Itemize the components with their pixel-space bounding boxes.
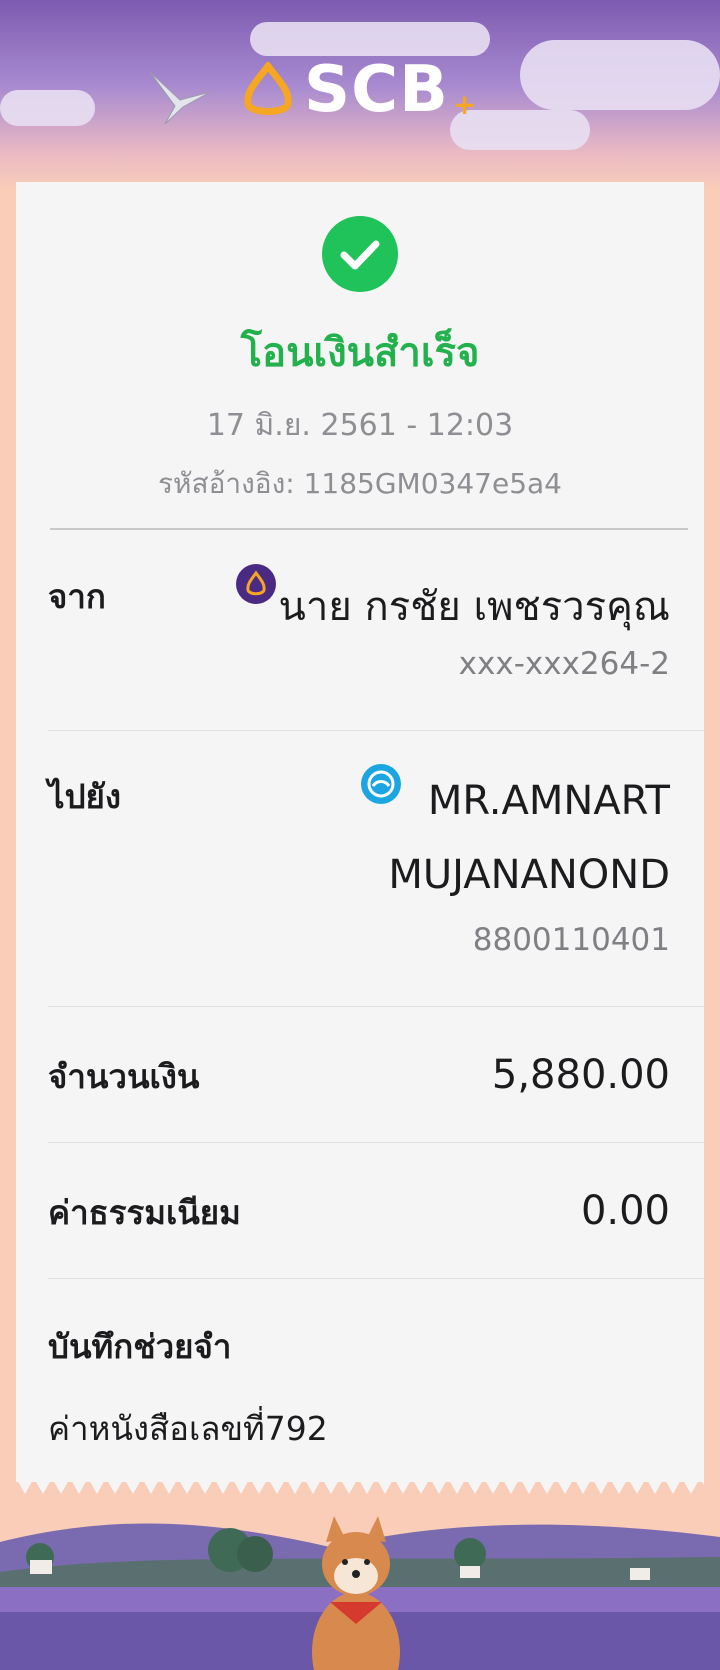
amount-value: 5,880.00 — [491, 1052, 670, 1098]
divider — [48, 1278, 704, 1279]
success-check-icon — [322, 216, 398, 292]
status-title: โอนเงินสำเร็จ — [240, 330, 480, 376]
to-label: ไปยัง — [48, 777, 121, 816]
divider — [50, 528, 688, 530]
transaction-datetime: 17 มิ.ย. 2561 - 12:03 — [206, 408, 514, 443]
amount-label: จำนวนเงิน — [48, 1057, 200, 1096]
from-account-number: xxx-xxx264-2 — [458, 646, 670, 682]
receipt-edge — [16, 1478, 704, 1494]
divider — [48, 1006, 704, 1007]
cloud — [0, 90, 95, 126]
bird-icon — [149, 71, 211, 125]
divider — [48, 1142, 704, 1143]
scb-logo-icon — [244, 62, 292, 115]
from-account-name: นาย กรชัย เพชรวรคุณ — [278, 584, 670, 630]
scb-bank-icon — [236, 564, 276, 604]
from-label: จาก — [48, 577, 106, 616]
cloud — [250, 22, 490, 56]
memo-value: ค่าหนังสือเลขที่792 — [48, 1409, 328, 1448]
fee-value: 0.00 — [580, 1188, 670, 1234]
landscape-illustration — [0, 1502, 720, 1670]
cloud — [520, 40, 720, 110]
reference-code: รหัสอ้างอิง: 1185GM0347e5a4 — [157, 467, 562, 500]
fee-label: ค่าธรรมเนียม — [48, 1193, 241, 1232]
scb-logo: SCB + — [240, 53, 477, 127]
plus-icon: + — [452, 87, 477, 121]
to-account-name-line2: MUJANANOND — [388, 852, 670, 898]
memo-label: บันทึกช่วยจำ — [48, 1327, 232, 1366]
brand-name: SCB — [304, 53, 449, 127]
to-account-name-line1: MR.AMNART — [427, 778, 670, 824]
to-account-number: 8800110401 — [472, 922, 670, 958]
krungthai-bank-icon — [361, 764, 401, 804]
header-banner: SCB + — [0, 0, 720, 190]
divider — [48, 730, 704, 731]
